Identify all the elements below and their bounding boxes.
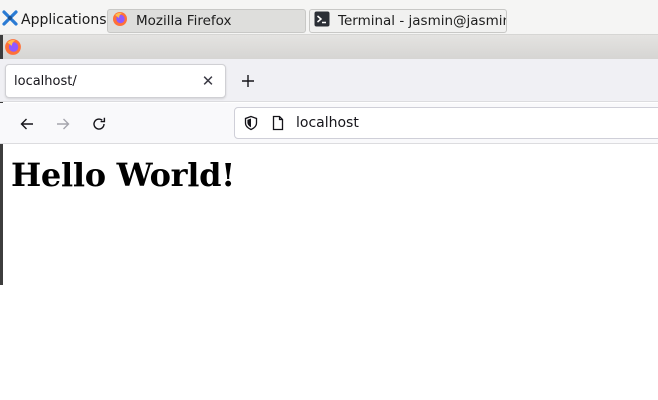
reload-button[interactable] [88,113,110,135]
forward-button[interactable] [52,113,74,135]
xfce-logo-icon [2,10,18,30]
taskbar-item-label: Terminal - jasmin@jasmin-... [338,13,506,29]
page-heading: Hello World! [11,156,235,194]
firefox-icon [4,38,22,60]
taskbar-item-terminal[interactable]: Terminal - jasmin@jasmin-... [309,9,507,33]
url-bar[interactable]: localhost [234,107,658,139]
page-info-icon[interactable] [270,115,286,135]
taskbar-item-label: Mozilla Firefox [136,13,232,29]
arrow-right-icon [57,118,70,130]
page-content: Hello World! [3,144,658,400]
url-text: localhost [296,115,359,131]
reload-icon [93,117,106,130]
back-button[interactable] [16,113,38,135]
firefox-icon [112,11,128,31]
arrow-left-icon [20,118,33,130]
top-panel: Applications ⋮ Mozilla Firefox Terminal … [0,0,658,35]
taskbar-item-firefox[interactable]: Mozilla Firefox [107,9,306,33]
tab-localhost[interactable]: localhost/ ✕ [5,64,226,98]
navigation-toolbar: localhost [0,103,658,144]
tab-title: localhost/ [14,74,77,89]
terminal-icon [314,11,330,31]
window-titlebar [0,35,658,59]
applications-label: Applications [21,12,107,28]
tab-bar: localhost/ ✕ [0,59,658,102]
plus-icon [242,75,254,87]
close-icon[interactable]: ✕ [199,71,217,91]
new-tab-button[interactable] [237,69,259,93]
shield-icon[interactable] [243,115,259,135]
applications-menu[interactable]: Applications ⋮ [2,9,120,31]
